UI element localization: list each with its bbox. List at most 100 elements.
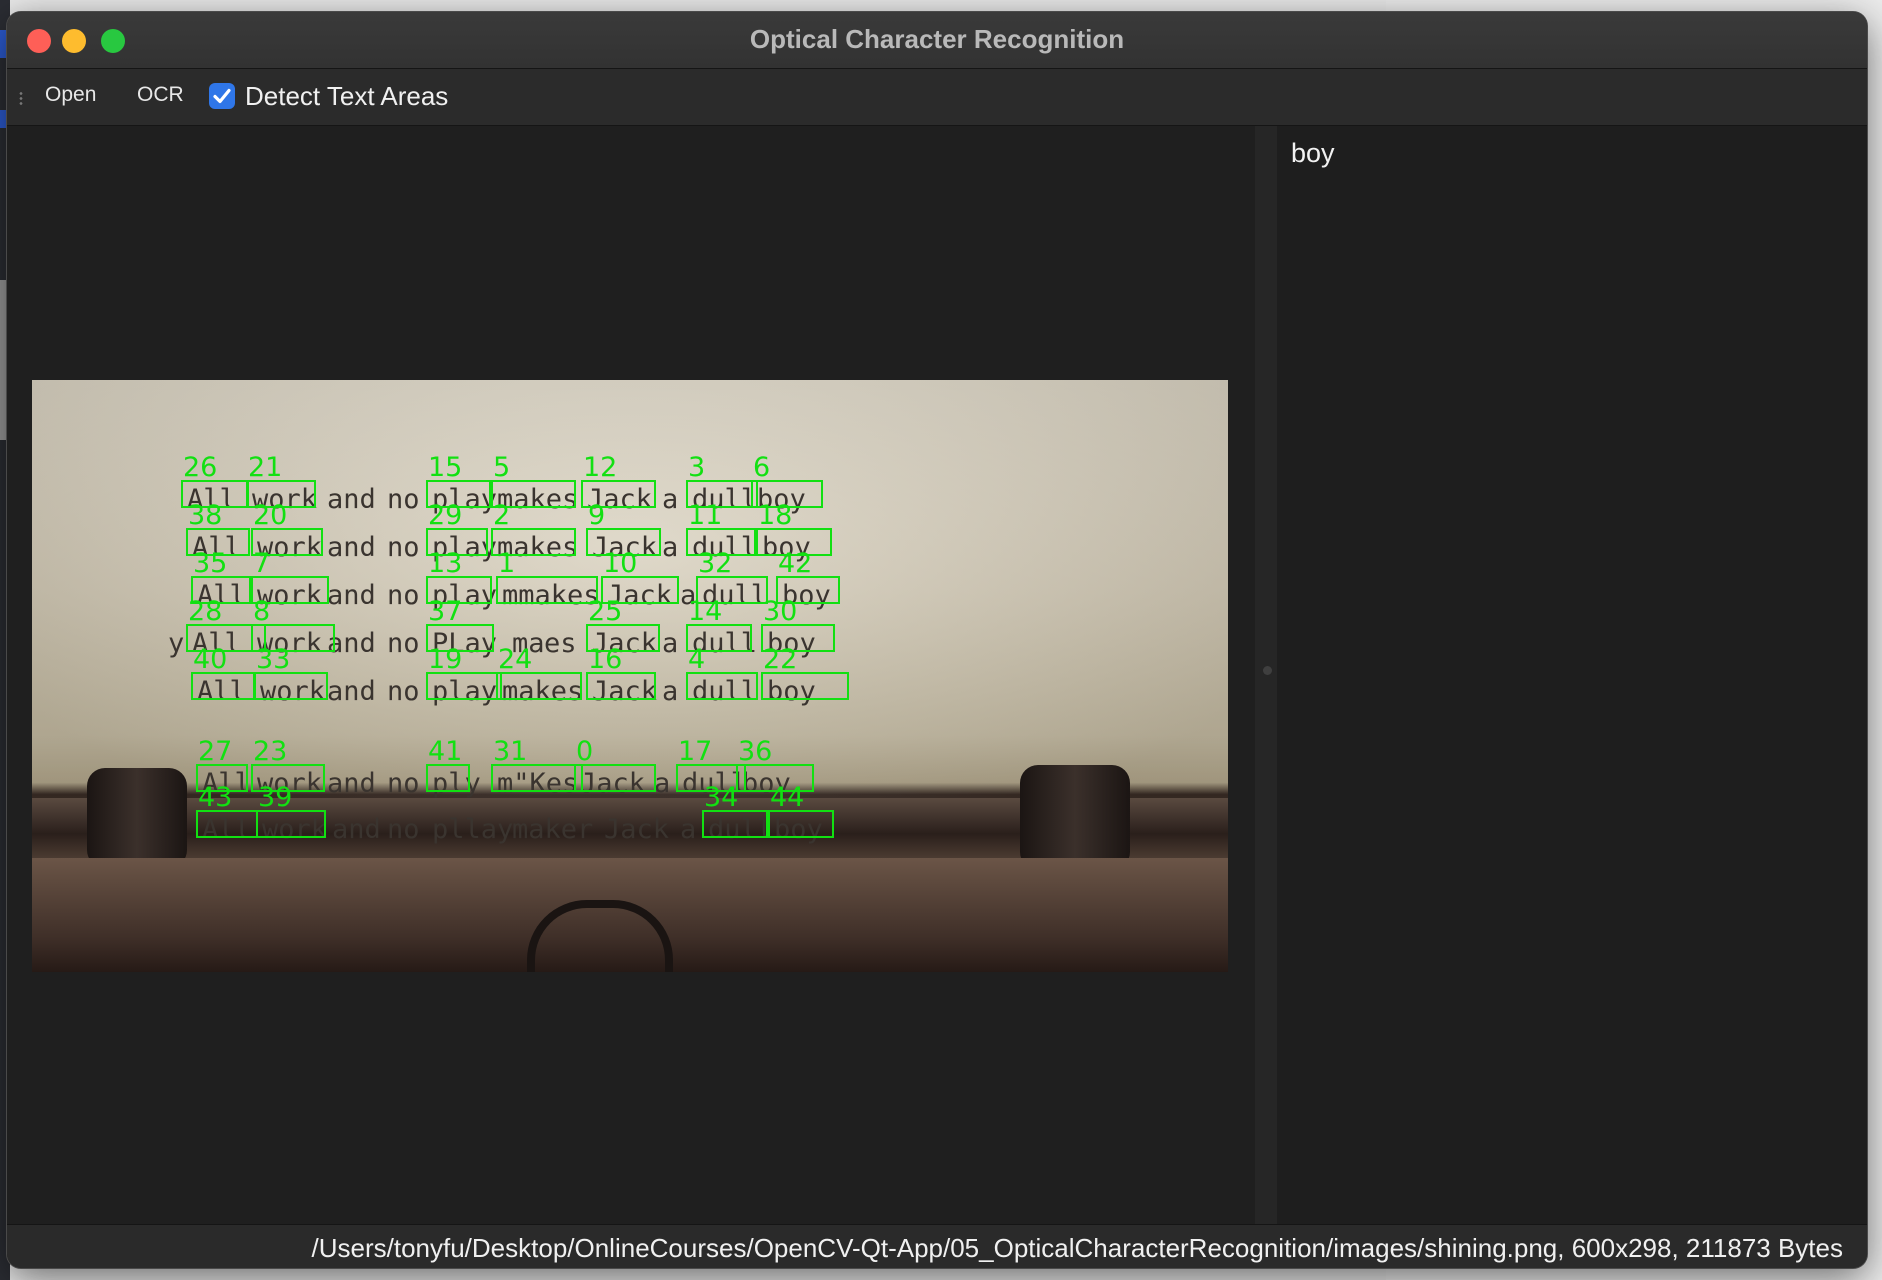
open-button[interactable]: Open xyxy=(45,83,96,107)
detect-text-areas-label: Detect Text Areas xyxy=(245,80,449,111)
detected-box-number: 35 xyxy=(193,548,228,579)
typed-word: no xyxy=(387,676,420,707)
image-view[interactable]: All work and no play makes Jack a dull boy All work… xyxy=(7,126,1255,1224)
toolbar-drag-handle-icon[interactable] xyxy=(19,91,23,107)
detected-box-number: 21 xyxy=(248,452,283,483)
detected-box-number: 7 xyxy=(253,548,271,579)
typed-word: and xyxy=(327,580,376,611)
toolbar: Open OCR Detect Text Areas xyxy=(7,69,1867,126)
source-image: All work and no play makes Jack a dull boy All work… xyxy=(32,380,1228,972)
detected-box-number: 1 xyxy=(498,548,516,579)
typed-word: pllay xyxy=(432,814,514,845)
detected-box-number: 20 xyxy=(253,500,288,531)
detected-box-number: 37 xyxy=(428,596,463,627)
typed-word: and xyxy=(327,676,376,707)
detected-box-number: 33 xyxy=(256,644,291,675)
typed-word: and xyxy=(327,768,376,799)
detected-box-number: 11 xyxy=(688,500,723,531)
window-title: Optical Character Recognition xyxy=(749,24,1125,54)
detected-text-box xyxy=(496,672,582,700)
typed-word: a xyxy=(662,628,679,659)
detected-box-number: 10 xyxy=(603,548,638,579)
detected-box-number: 8 xyxy=(253,596,271,627)
detected-text-box xyxy=(574,764,656,792)
detected-text-box xyxy=(702,810,768,838)
typed-word: a xyxy=(654,768,671,799)
detected-box-number: 32 xyxy=(698,548,733,579)
app-window: Optical Character Recognition Open OCR D… xyxy=(7,12,1867,1268)
typed-word: no xyxy=(387,628,420,659)
detected-box-number: 2 xyxy=(493,500,511,531)
detect-text-areas-toggle[interactable]: Detect Text Areas xyxy=(209,78,448,114)
typed-word: a xyxy=(662,484,679,515)
typed-word: and xyxy=(327,484,376,515)
typed-word: a xyxy=(662,532,679,563)
typed-word: maker xyxy=(512,814,594,845)
detected-box-number: 22 xyxy=(763,644,798,675)
detected-box-number: 17 xyxy=(678,736,713,767)
detected-box-number: 30 xyxy=(763,596,798,627)
status-file-info: /Users/tonyfu/Desktop/OnlineCourses/Open… xyxy=(311,1233,1844,1263)
detected-box-number: 43 xyxy=(198,782,233,813)
detected-text-box xyxy=(256,810,326,838)
detected-box-number: 44 xyxy=(770,782,805,813)
detected-text-box xyxy=(426,764,470,792)
detected-box-number: 5 xyxy=(493,452,511,483)
typed-word: Jack xyxy=(604,814,670,845)
detected-box-number: 27 xyxy=(198,736,233,767)
detected-box-number: 3 xyxy=(688,452,706,483)
ocr-text-pane[interactable]: boy xyxy=(1277,126,1867,1224)
detected-box-number: 0 xyxy=(576,736,594,767)
detected-text-box xyxy=(686,672,758,700)
detected-box-number: 38 xyxy=(188,500,223,531)
detected-box-number: 36 xyxy=(738,736,773,767)
detected-text-box xyxy=(586,672,656,700)
detected-text-box xyxy=(196,810,258,838)
detected-box-number: 4 xyxy=(688,644,706,675)
detected-box-number: 13 xyxy=(428,548,463,579)
typed-word: y xyxy=(168,628,185,659)
ocr-result-text[interactable]: boy xyxy=(1291,138,1335,169)
detected-box-number: 41 xyxy=(428,736,463,767)
detected-box-number: 12 xyxy=(583,452,618,483)
detected-text-box xyxy=(426,672,502,700)
typed-word: no xyxy=(387,484,420,515)
typed-word: and xyxy=(327,532,376,563)
detected-box-number: 24 xyxy=(498,644,533,675)
typed-word: es xyxy=(544,628,577,659)
typewriter-knob-left xyxy=(87,768,187,868)
typed-word: no xyxy=(387,814,420,845)
detected-box-number: 6 xyxy=(753,452,771,483)
typed-word: a xyxy=(680,814,697,845)
detected-box-number: 25 xyxy=(588,596,623,627)
detected-box-number: 18 xyxy=(758,500,793,531)
detected-text-box xyxy=(491,764,583,792)
detected-text-box xyxy=(768,810,834,838)
typed-word: a xyxy=(662,676,679,707)
detected-box-number: 29 xyxy=(428,500,463,531)
detected-box-number: 19 xyxy=(428,644,463,675)
splitter-handle-icon[interactable] xyxy=(1263,666,1272,675)
typed-word: and xyxy=(332,814,381,845)
detected-box-number: 16 xyxy=(588,644,623,675)
status-bar: /Users/tonyfu/Desktop/OnlineCourses/Open… xyxy=(7,1224,1867,1268)
checkmark-icon xyxy=(213,88,231,104)
detected-box-number: 34 xyxy=(704,782,739,813)
detected-box-number: 39 xyxy=(258,782,293,813)
detected-text-box xyxy=(761,672,849,700)
detected-box-number: 40 xyxy=(193,644,228,675)
detected-box-number: 14 xyxy=(688,596,723,627)
pane-splitter[interactable] xyxy=(1255,126,1277,1224)
ocr-button[interactable]: OCR xyxy=(137,83,184,107)
detected-box-number: 31 xyxy=(493,736,528,767)
detected-box-number: 26 xyxy=(183,452,218,483)
detected-text-box xyxy=(496,576,598,604)
detected-text-box xyxy=(254,672,328,700)
detected-box-number: 9 xyxy=(588,500,606,531)
detected-box-number: 23 xyxy=(253,736,288,767)
typed-word: no xyxy=(387,532,420,563)
detected-box-number: 28 xyxy=(188,596,223,627)
detected-text-box xyxy=(191,672,255,700)
detect-text-areas-checkbox[interactable] xyxy=(209,83,235,109)
typed-word: no xyxy=(387,768,420,799)
